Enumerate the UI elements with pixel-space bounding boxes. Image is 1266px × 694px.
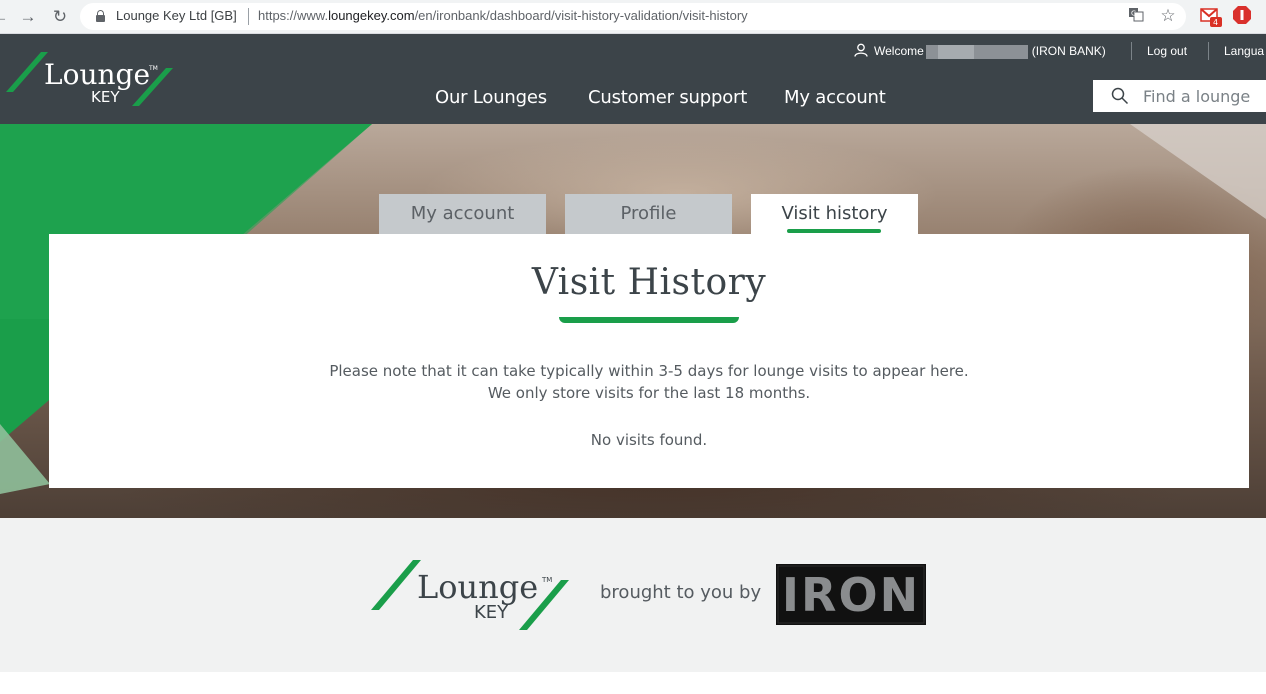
tab-my-account[interactable]: My account xyxy=(379,194,546,235)
visit-history-card: Visit History Please note that it can ta… xyxy=(49,234,1249,488)
svg-text:TM: TM xyxy=(148,65,158,72)
gmail-extension-icon[interactable]: 4 xyxy=(1200,6,1224,33)
footer: Lounge TM KEY brought to you by IRON xyxy=(0,518,1266,672)
welcome-message: Welcome (IRON BANK) xyxy=(854,43,1106,59)
site-header: Lounge TM KEY Welcome (IRON BANK) Log out… xyxy=(0,34,1266,124)
nav-our-lounges[interactable]: Our Lounges xyxy=(435,87,547,108)
address-bar[interactable]: Lounge Key Ltd [GB] https://www.loungeke… xyxy=(80,3,1186,30)
language-selector[interactable]: Langua xyxy=(1224,43,1264,59)
reload-icon[interactable]: ↻ xyxy=(48,5,72,29)
footer-loungekey-logo: Lounge TM KEY xyxy=(371,558,571,632)
tab-visit-history[interactable]: Visit history xyxy=(751,194,918,235)
loungekey-logo[interactable]: Lounge TM KEY xyxy=(6,50,174,112)
svg-text:KEY: KEY xyxy=(91,88,120,106)
svg-text:KEY: KEY xyxy=(474,602,509,623)
svg-text:Lounge: Lounge xyxy=(44,58,150,91)
tab-visit-history-label: Visit history xyxy=(781,203,888,224)
page-title: Visit History xyxy=(531,262,767,303)
svg-text:IRON: IRON xyxy=(782,568,920,622)
retention-note: We only store visits for the last 18 mon… xyxy=(487,384,811,402)
empty-state-message: No visits found. xyxy=(590,431,708,449)
lounge-search[interactable] xyxy=(1093,80,1266,112)
redacted-username xyxy=(925,45,1028,59)
back-icon[interactable]: ← xyxy=(0,5,12,29)
nav-my-account[interactable]: My account xyxy=(784,87,886,108)
nav-customer-support[interactable]: Customer support xyxy=(588,87,747,108)
url-text[interactable]: https://www.loungekey.com/en/ironbank/da… xyxy=(258,8,748,23)
title-underline xyxy=(559,317,739,323)
logout-link[interactable]: Log out xyxy=(1147,43,1187,59)
svg-text:TM: TM xyxy=(541,576,552,584)
translate-icon[interactable]: G xyxy=(1126,6,1146,26)
svg-text:Lounge: Lounge xyxy=(417,568,538,606)
site-identity: Lounge Key Ltd [GB] xyxy=(116,8,237,23)
search-input[interactable] xyxy=(1143,84,1266,108)
lock-icon xyxy=(96,10,105,22)
svg-text:4: 4 xyxy=(1213,18,1218,27)
svg-text:G: G xyxy=(1131,10,1136,18)
iron-bank-logo: IRON xyxy=(776,564,926,625)
bookmark-star-icon[interactable]: ☆ xyxy=(1158,6,1178,26)
tab-profile[interactable]: Profile xyxy=(565,194,732,235)
active-tab-indicator xyxy=(787,229,881,233)
user-icon xyxy=(854,43,868,61)
hero-background: My account Profile Visit history Visit H… xyxy=(0,124,1266,518)
adblock-extension-icon[interactable] xyxy=(1232,5,1252,30)
forward-icon[interactable]: → xyxy=(16,5,40,29)
processing-note: Please note that it can take typically w… xyxy=(329,362,969,380)
search-icon[interactable] xyxy=(1111,87,1129,110)
browser-toolbar: ← → ↻ Lounge Key Ltd [GB] https://www.lo… xyxy=(0,0,1266,34)
brought-to-you-by: brought to you by xyxy=(600,582,762,603)
